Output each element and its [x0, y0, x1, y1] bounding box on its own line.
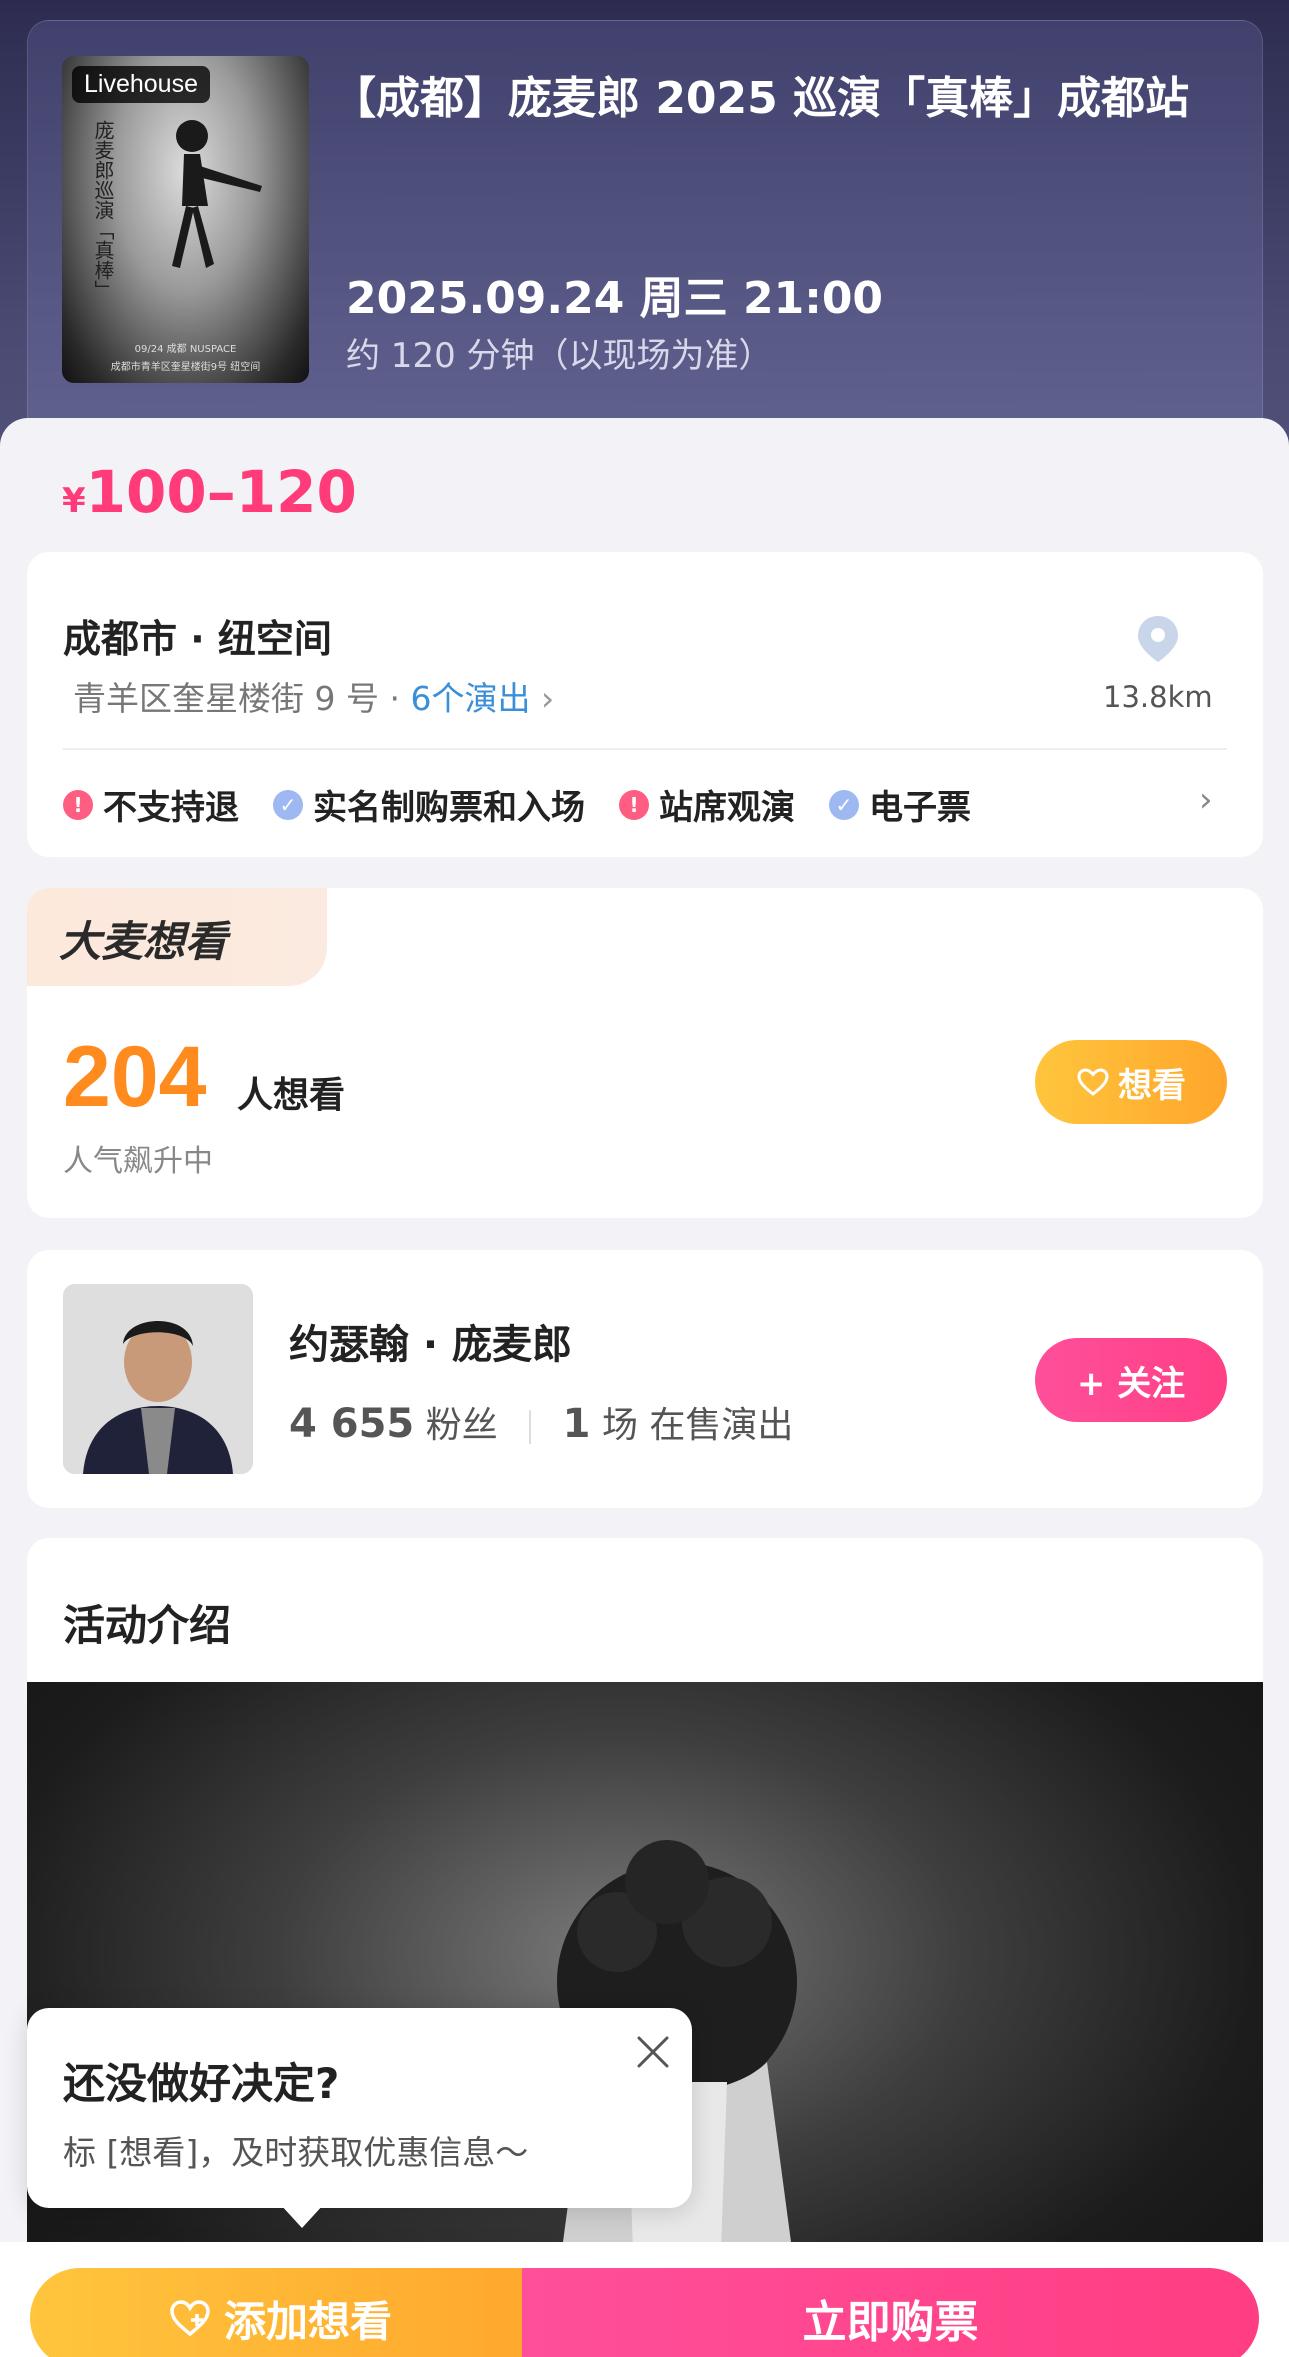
currency-symbol: ¥	[62, 481, 86, 521]
price-range: ¥100–120	[62, 458, 357, 526]
fans-label: 粉丝	[425, 1405, 498, 1446]
poster-vertical-text: 庞麦郎巡演「真棒」	[91, 120, 115, 300]
poster-figure	[172, 120, 262, 268]
artist-card[interactable]: 约瑟翰 · 庞麦郎 4 655 粉丝 1 场 在售演出 + 关注	[27, 1250, 1263, 1508]
decision-tooltip: 还没做好决定? 标 [想看]，及时获取优惠信息～	[27, 2008, 692, 2208]
stats-separator	[529, 1410, 532, 1444]
venue-shows-link[interactable]: 6个演出	[410, 679, 530, 718]
artist-avatar-image	[63, 1284, 253, 1474]
location-pin-icon[interactable]	[1135, 614, 1181, 664]
poster-date-text: 09/24 成都 NUSPACE	[134, 344, 237, 355]
shows-count: 1	[562, 1401, 591, 1447]
add-want-label: 添加想看	[223, 2296, 392, 2346]
policy-tag-no-refund: ! 不支持退	[63, 780, 239, 829]
tooltip-title: 还没做好决定?	[63, 2059, 340, 2108]
policy-tag-label: 实名制购票和入场	[313, 788, 585, 828]
price-range-value: 100–120	[85, 458, 357, 526]
tooltip-text: 标 [想看]，及时获取优惠信息～	[63, 2133, 529, 2172]
intro-card: 活动介绍	[27, 1538, 1263, 2357]
venue-address: 青羊区奎星楼街 9 号 ·	[73, 679, 411, 718]
want-button-label: 想看	[1118, 1065, 1186, 1106]
follow-button[interactable]: + 关注	[1035, 1338, 1227, 1422]
policy-tag-e-ticket: ✓ 电子票	[829, 780, 971, 829]
shows-label: 场 在售演出	[601, 1405, 794, 1446]
warning-icon: !	[619, 789, 649, 820]
want-badge-label: 大麦想看	[59, 917, 228, 966]
policy-tags[interactable]: ! 不支持退 ✓ 实名制购票和入场 ! 站席观演 ✓ 电子票	[63, 780, 1005, 829]
event-title: 【成都】庞麦郎 2025 巡演「真棒」成都站	[332, 73, 1190, 124]
close-icon[interactable]	[633, 2032, 673, 2072]
policy-tag-label: 不支持退	[103, 788, 239, 828]
divider	[63, 748, 1227, 750]
poster-address-text: 成都市青羊区奎星楼街9号 纽空间	[110, 362, 261, 373]
buy-now-button[interactable]: 立即购票	[522, 2268, 1259, 2357]
chevron-right-icon[interactable]: ›	[1199, 780, 1213, 820]
want-subtitle: 人气飙升中	[63, 1144, 213, 1179]
venue-address-row[interactable]: 青羊区奎星楼街 9 号 · 6个演出 ›	[73, 672, 554, 720]
event-poster[interactable]: Livehouse 庞麦郎巡演「真棒」 09/24 成都 NUSPACE 成都市…	[62, 56, 309, 383]
chevron-right-icon: ›	[540, 679, 555, 718]
venue-distance: 13.8km	[1103, 680, 1213, 714]
artist-stats: 4 655 粉丝 1 场 在售演出	[289, 1396, 793, 1448]
event-duration: 约 120 分钟（以现场为准）	[346, 336, 773, 376]
policy-tag-label: 电子票	[869, 788, 971, 828]
want-to-see-card: 大麦想看 204 人想看 人气飙升中 想看	[27, 888, 1263, 1218]
policy-tag-label: 站席观演	[659, 788, 795, 828]
policy-tag-standing: ! 站席观演	[619, 780, 795, 829]
intro-title: 活动介绍	[63, 1601, 232, 1650]
want-count-unit: 人想看	[237, 1075, 346, 1116]
add-want-button[interactable]: 添加想看	[30, 2268, 530, 2357]
bottom-action-bar: 添加想看 立即购票	[0, 2242, 1289, 2357]
artist-name: 约瑟翰 · 庞麦郎	[289, 1322, 573, 1368]
heart-plus-icon	[170, 2300, 210, 2337]
want-count: 204	[63, 1029, 207, 1125]
event-datetime: 2025.09.24 周三 21:00	[346, 273, 884, 324]
artist-avatar[interactable]	[63, 1284, 253, 1474]
fans-count: 4 655	[289, 1401, 415, 1447]
want-button[interactable]: 想看	[1035, 1040, 1227, 1124]
check-icon: ✓	[273, 789, 303, 820]
want-badge: 大麦想看	[27, 888, 327, 986]
heart-plus-icon	[1077, 1068, 1109, 1096]
venue-name: 成都市 · 纽空间	[63, 617, 332, 661]
policy-tag-real-name: ✓ 实名制购票和入场	[273, 780, 585, 829]
warning-icon: !	[63, 789, 93, 820]
check-icon: ✓	[829, 789, 859, 820]
tooltip-tail	[280, 2204, 324, 2228]
venue-card[interactable]: 成都市 · 纽空间 青羊区奎星楼街 9 号 · 6个演出 › 13.8km ! …	[27, 552, 1263, 857]
